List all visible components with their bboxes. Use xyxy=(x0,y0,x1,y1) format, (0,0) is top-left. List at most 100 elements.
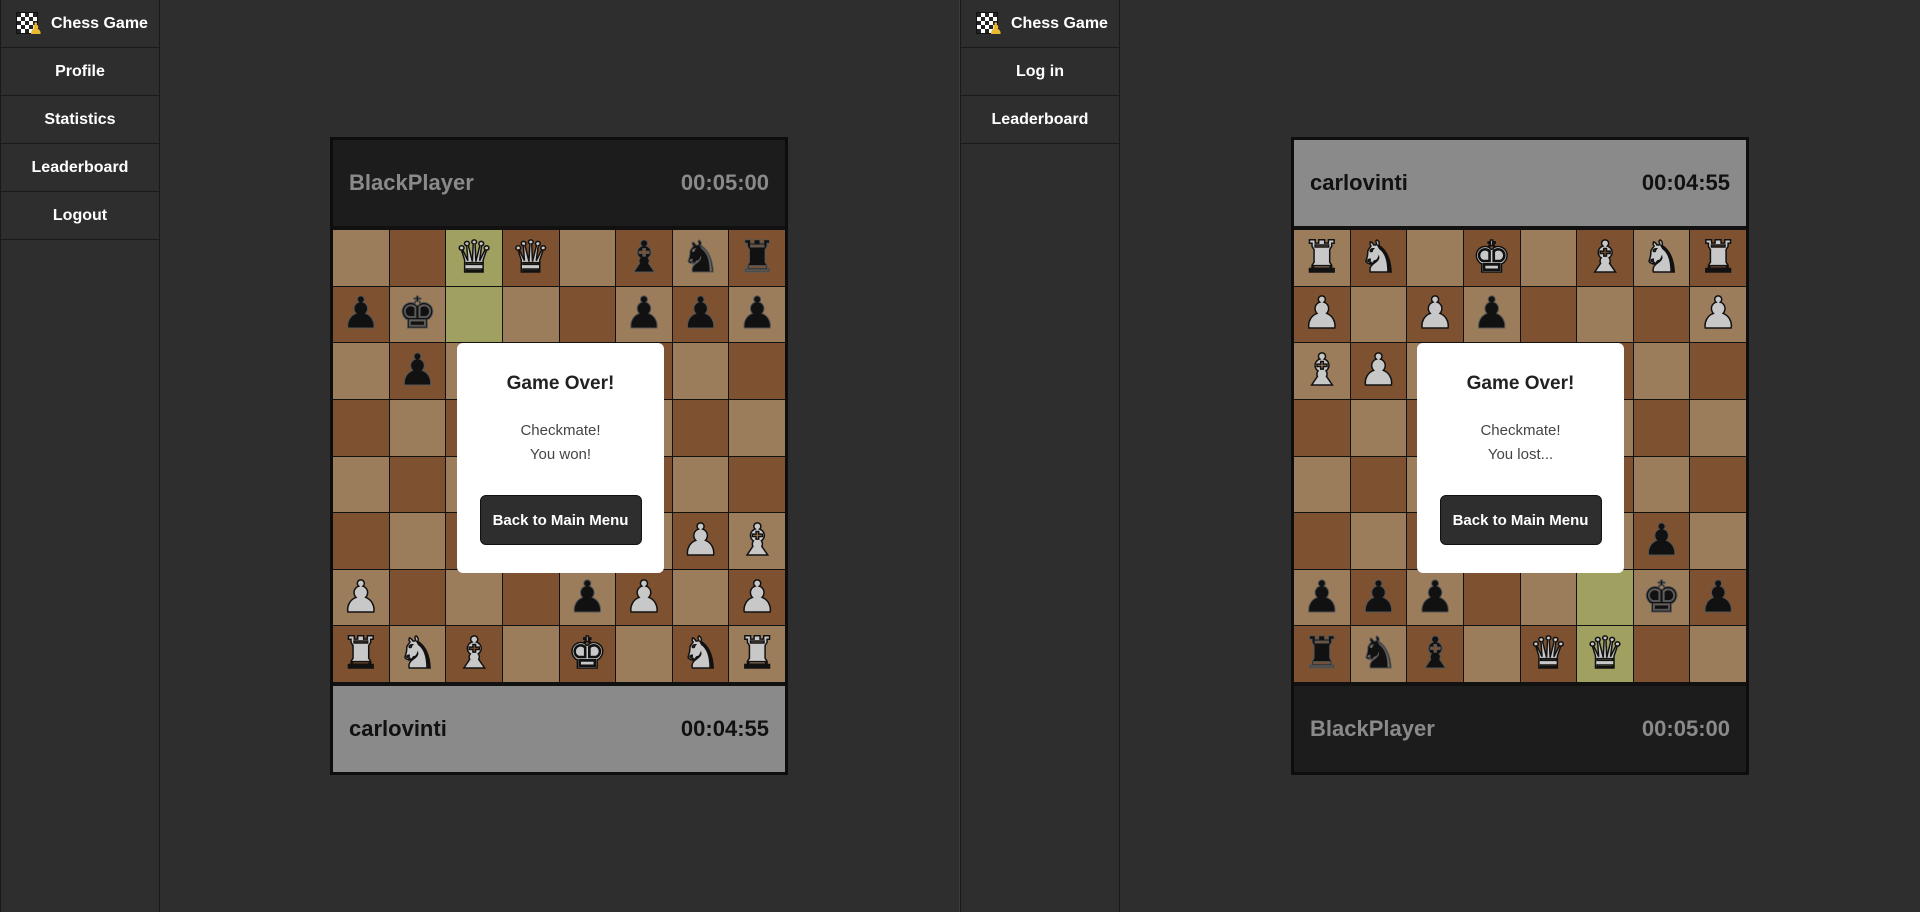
board-square[interactable]: ♟ xyxy=(672,513,729,569)
nav-profile[interactable]: Profile xyxy=(1,48,159,96)
board-square[interactable]: ♜ xyxy=(729,230,785,286)
board-square[interactable]: ♟ xyxy=(729,569,785,626)
board-square[interactable]: ♞ xyxy=(672,230,729,286)
black-pawn-icon[interactable]: ♟ xyxy=(1302,575,1342,620)
board-square[interactable]: ♞ xyxy=(1350,230,1407,286)
black-rook-icon[interactable]: ♜ xyxy=(737,235,777,280)
board-square[interactable] xyxy=(389,456,446,513)
board-square[interactable] xyxy=(1577,286,1633,343)
back-to-main-menu-button[interactable]: Back to Main Menu xyxy=(1439,495,1602,545)
white-king-icon[interactable]: ♚ xyxy=(1471,235,1512,281)
board-square[interactable]: ♟ xyxy=(1407,569,1463,626)
board-square[interactable] xyxy=(1350,456,1407,513)
board-square[interactable]: ♟ xyxy=(389,343,446,399)
board-square[interactable] xyxy=(1463,569,1520,626)
board-square[interactable] xyxy=(333,456,389,513)
board-square[interactable]: ♟ xyxy=(1350,569,1407,626)
white-pawn-icon[interactable]: ♟ xyxy=(1698,291,1739,337)
board-square[interactable]: ♟ xyxy=(616,286,672,343)
white-king-icon[interactable]: ♚ xyxy=(567,631,608,677)
board-square[interactable] xyxy=(1350,286,1407,343)
white-bishop-icon[interactable]: ♝ xyxy=(737,518,778,564)
board-square[interactable] xyxy=(333,343,389,399)
board-square[interactable]: ♚ xyxy=(1633,569,1690,626)
white-knight-icon[interactable]: ♞ xyxy=(1358,235,1399,281)
board-square[interactable]: ♚ xyxy=(559,626,616,682)
black-pawn-icon[interactable]: ♟ xyxy=(1358,575,1398,620)
board-square[interactable]: ♝ xyxy=(1407,626,1463,682)
board-square[interactable] xyxy=(1633,286,1690,343)
black-knight-icon[interactable]: ♞ xyxy=(1358,631,1398,676)
board-square[interactable] xyxy=(333,230,389,286)
white-pawn-icon[interactable]: ♟ xyxy=(340,574,381,620)
white-knight-icon[interactable]: ♞ xyxy=(397,631,438,677)
board-square[interactable]: ♟ xyxy=(616,569,672,626)
board-square[interactable]: ♝ xyxy=(446,626,502,682)
nav-logout[interactable]: Logout xyxy=(1,192,159,240)
board-square[interactable] xyxy=(446,286,502,343)
board-square[interactable]: ♛ xyxy=(1520,626,1577,682)
nav-leaderboard[interactable]: Leaderboard xyxy=(1,144,159,192)
board-square[interactable]: ♟ xyxy=(1690,569,1746,626)
board-square[interactable]: ♛ xyxy=(1577,626,1633,682)
white-queen-icon[interactable]: ♛ xyxy=(1584,631,1625,677)
board-square[interactable] xyxy=(1520,230,1577,286)
board-square[interactable] xyxy=(1633,343,1690,399)
white-queen-icon[interactable]: ♛ xyxy=(510,235,551,281)
board-square[interactable]: ♜ xyxy=(333,626,389,682)
nav-statistics[interactable]: Statistics xyxy=(1,96,159,144)
brand-link[interactable]: ♟ Chess Game xyxy=(961,0,1119,48)
white-pawn-icon[interactable]: ♟ xyxy=(1415,291,1456,337)
black-pawn-icon[interactable]: ♟ xyxy=(397,348,437,393)
board-square[interactable]: ♟ xyxy=(1294,569,1350,626)
board-square[interactable] xyxy=(1294,513,1350,569)
board-square[interactable]: ♚ xyxy=(389,286,446,343)
black-pawn-icon[interactable]: ♟ xyxy=(1471,291,1511,336)
board-square[interactable] xyxy=(1690,456,1746,513)
board-square[interactable] xyxy=(559,230,616,286)
board-square[interactable]: ♟ xyxy=(1350,343,1407,399)
white-rook-icon[interactable]: ♜ xyxy=(1301,235,1342,281)
board-square[interactable]: ♟ xyxy=(672,286,729,343)
white-pawn-icon[interactable]: ♟ xyxy=(623,574,664,620)
board-square[interactable]: ♟ xyxy=(1463,286,1520,343)
black-pawn-icon[interactable]: ♟ xyxy=(341,291,381,336)
black-pawn-icon[interactable]: ♟ xyxy=(680,291,720,336)
board-square[interactable] xyxy=(446,569,502,626)
board-square[interactable]: ♜ xyxy=(1294,230,1350,286)
board-square[interactable] xyxy=(1690,626,1746,682)
white-rook-icon[interactable]: ♜ xyxy=(737,631,778,677)
board-square[interactable] xyxy=(1690,399,1746,456)
black-bishop-icon[interactable]: ♝ xyxy=(1415,631,1455,676)
board-square[interactable]: ♟ xyxy=(729,286,785,343)
board-square[interactable]: ♝ xyxy=(729,513,785,569)
board-square[interactable] xyxy=(1690,513,1746,569)
black-pawn-icon[interactable]: ♟ xyxy=(1641,518,1681,563)
board-square[interactable]: ♚ xyxy=(1463,230,1520,286)
white-queen-icon[interactable]: ♛ xyxy=(454,235,495,281)
black-pawn-icon[interactable]: ♟ xyxy=(624,291,664,336)
board-square[interactable] xyxy=(1350,513,1407,569)
board-square[interactable] xyxy=(502,286,559,343)
white-pawn-icon[interactable]: ♟ xyxy=(737,574,778,620)
board-square[interactable]: ♜ xyxy=(1690,230,1746,286)
board-square[interactable] xyxy=(389,230,446,286)
white-queen-icon[interactable]: ♛ xyxy=(1528,631,1569,677)
board-square[interactable] xyxy=(1294,399,1350,456)
board-square[interactable]: ♝ xyxy=(616,230,672,286)
board-square[interactable] xyxy=(729,399,785,456)
back-to-main-menu-button[interactable]: Back to Main Menu xyxy=(479,495,642,545)
black-knight-icon[interactable]: ♞ xyxy=(680,235,720,280)
board-square[interactable] xyxy=(1294,456,1350,513)
black-king-icon[interactable]: ♚ xyxy=(397,291,437,336)
board-square[interactable] xyxy=(729,456,785,513)
board-square[interactable]: ♟ xyxy=(1407,286,1463,343)
board-square[interactable]: ♞ xyxy=(672,626,729,682)
white-pawn-icon[interactable]: ♟ xyxy=(1358,348,1399,394)
black-king-icon[interactable]: ♚ xyxy=(1641,575,1681,620)
board-square[interactable]: ♝ xyxy=(1577,230,1633,286)
board-square[interactable]: ♜ xyxy=(729,626,785,682)
board-square[interactable] xyxy=(333,513,389,569)
nav-leaderboard[interactable]: Leaderboard xyxy=(961,96,1119,144)
board-square[interactable] xyxy=(1520,569,1577,626)
